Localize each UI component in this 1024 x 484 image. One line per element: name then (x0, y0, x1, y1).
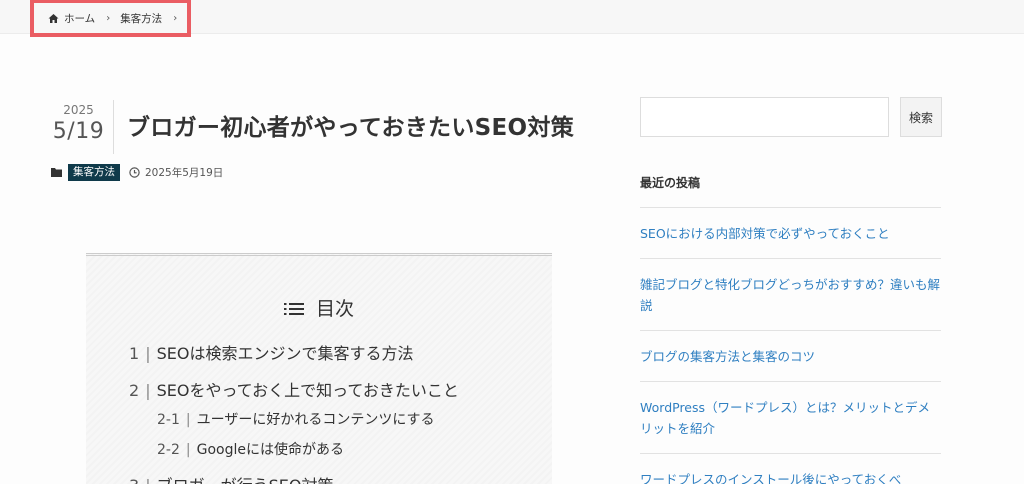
toc-heading: 目次 (86, 294, 552, 321)
recent-post-link[interactable]: WordPress（ワードプレス）とは？メリットとデメリットを紹介 (640, 381, 941, 453)
toc-item-label: Googleには使命がある (196, 442, 344, 458)
toc-divider: | (185, 442, 191, 458)
toc-item-label: SEOをやっておく上で知っておきたいこと (156, 381, 459, 400)
toc-item-label: ブロガーが行うSEO対策 (157, 476, 334, 484)
toc-item-number: 2 (129, 381, 140, 400)
recent-post-link[interactable]: 雑記ブログと特化ブログどっちがおすすめ？違いも解説 (640, 258, 941, 330)
toc-item-number: 2-2 (157, 442, 180, 458)
recent-posts-heading: 最近の投稿 (640, 176, 701, 190)
toc-item-label: SEOは検索エンジンで集客する方法 (156, 344, 414, 363)
toc-subitem[interactable]: 2-1 | ユーザーに好かれるコンテンツにする (157, 409, 434, 429)
toc-heading-label: 目次 (315, 298, 354, 320)
recent-posts-list: SEOにおける内部対策で必ずやっておくこと 雑記ブログと特化ブログどっちがおすす… (640, 207, 941, 484)
chevron-right-icon: › (173, 12, 178, 24)
post-title: ブロガー初心者がやっておきたいSEO対策 (127, 115, 574, 141)
toc-divider: | (185, 412, 191, 428)
toc-item[interactable]: 1 | SEOは検索エンジンで集客する方法 (129, 340, 413, 364)
breadcrumb-home-link[interactable]: ホーム (64, 11, 95, 26)
breadcrumb: ホーム › 集客方法 › (48, 10, 187, 26)
recent-post-link[interactable]: SEOにおける内部対策で必ずやっておくこと (640, 207, 941, 258)
toc-item[interactable]: 3 | ブロガーが行うSEO対策 (129, 472, 333, 484)
post-date-month-day: 5/19 (52, 119, 105, 144)
toc-divider: | (145, 476, 150, 484)
toc-subitem[interactable]: 2-2 | Googleには使命がある (157, 439, 344, 459)
chevron-right-icon: › (106, 12, 111, 24)
folder-icon (51, 167, 62, 177)
toc-item-number: 1 (129, 344, 140, 363)
toc-item-number: 3 (129, 476, 139, 484)
recent-post-link[interactable]: ワードプレスのインストール後にやっておくべ (640, 453, 941, 484)
search-button[interactable]: 検索 (900, 97, 942, 137)
post-meta: 集客方法 2025年5月19日 (51, 163, 223, 181)
post-date-block: 2025 5/19 (44, 100, 114, 154)
clock-icon (129, 166, 140, 178)
toc-divider: | (145, 344, 151, 363)
toc-item[interactable]: 2 | SEOをやっておく上で知っておきたいこと (129, 377, 459, 401)
table-of-contents: 目次 1 | SEOは検索エンジンで集客する方法 2 | SEOをやっておく上で知ってお… (86, 253, 552, 484)
toc-item-label: ユーザーに好かれるコンテンツにする (196, 412, 435, 428)
search-input[interactable] (640, 97, 889, 137)
published-date: 2025年5月19日 (145, 166, 224, 179)
recent-post-link[interactable]: ブログの集客方法と集客のコツ (640, 330, 941, 381)
home-icon[interactable] (48, 13, 59, 24)
toc-item-number: 2-1 (157, 412, 180, 428)
category-badge[interactable]: 集客方法 (68, 163, 120, 181)
post-date-year: 2025 (63, 103, 94, 117)
breadcrumb-category-link[interactable]: 集客方法 (120, 11, 162, 26)
list-icon (283, 300, 304, 316)
toc-divider: | (145, 381, 151, 400)
